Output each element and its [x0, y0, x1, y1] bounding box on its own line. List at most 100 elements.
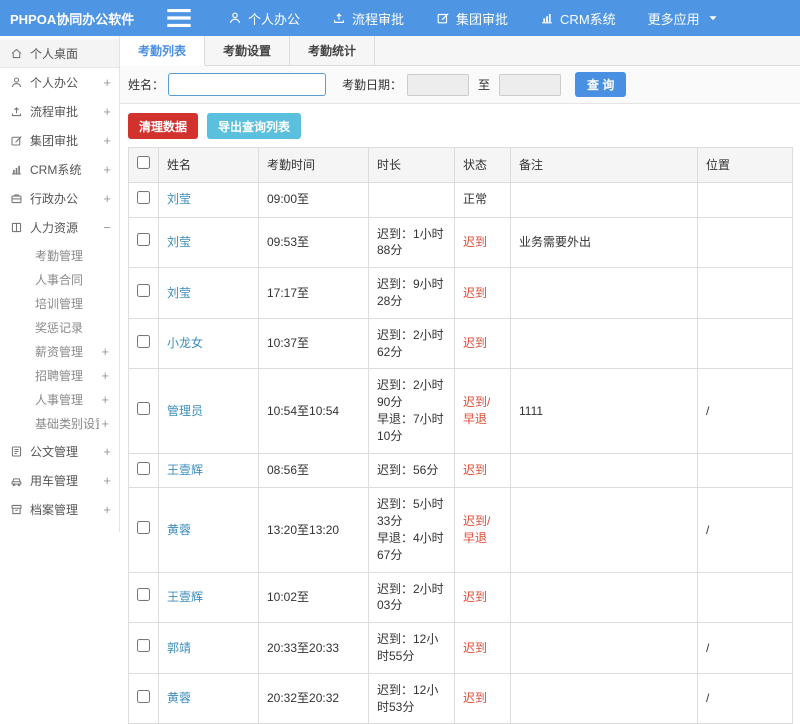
book-icon — [10, 221, 23, 234]
sidebar-subitem-label: 招聘管理 — [35, 368, 84, 383]
sidebar-item[interactable]: 流程审批 + — [0, 97, 119, 126]
menu-toggle-icon[interactable] — [162, 0, 196, 36]
topnav-item[interactable]: 更多应用 — [632, 0, 736, 36]
query-button[interactable]: 查 询 — [575, 72, 627, 97]
sidebar-subitem-label: 考勤管理 — [35, 248, 84, 263]
row-checkbox[interactable] — [137, 461, 150, 475]
cell-name: 刘莹 — [158, 216, 259, 269]
topnav-item[interactable]: 集团审批 — [420, 0, 524, 36]
employee-name-link[interactable]: 黄蓉 — [167, 691, 191, 705]
employee-name-link[interactable]: 王壹辉 — [167, 590, 203, 604]
sidebar-item[interactable]: 个人办公 + — [0, 68, 119, 97]
sidebar-subitem[interactable]: 奖惩记录 — [0, 315, 119, 339]
sidebar-subitem[interactable]: 培训管理 — [0, 291, 119, 315]
duration-line: 迟到：12小时53分 — [377, 682, 439, 714]
sidebar-item[interactable]: 个人桌面 — [0, 39, 119, 68]
sidebar-subitem-label: 培训管理 — [35, 296, 84, 311]
table-row: 刘莹 09:00至 正常 — [128, 181, 793, 218]
name-input[interactable] — [168, 73, 327, 96]
cell-remark: 业务需要外出 — [510, 216, 698, 269]
toolbar: 清理数据 导出查询列表 — [120, 104, 800, 147]
duration-line: 早退：4小时67分 — [377, 530, 444, 562]
cell-location — [697, 216, 793, 269]
home-icon — [10, 47, 23, 60]
employee-name-link[interactable]: 小龙女 — [167, 336, 203, 350]
status-badge: 正常 — [463, 192, 488, 207]
cell-location: / — [697, 487, 793, 573]
cell-time: 09:53至 — [258, 216, 369, 269]
employee-name-link[interactable]: 黄蓉 — [167, 523, 191, 537]
cell-remark — [510, 267, 698, 319]
row-checkbox-cell — [128, 216, 159, 269]
row-checkbox[interactable] — [137, 233, 150, 247]
topnav-item[interactable]: 个人办公 — [212, 0, 316, 36]
employee-name-link[interactable]: 刘莹 — [167, 286, 191, 300]
row-checkbox[interactable] — [137, 284, 150, 298]
sidebar-subitem[interactable]: 考勤管理 — [0, 243, 119, 267]
sidebar-item[interactable]: 项目管理+ — [0, 524, 119, 532]
row-checkbox[interactable] — [137, 639, 150, 653]
sidebar-subitem-label: 薪资管理 — [35, 344, 84, 359]
row-checkbox-cell — [128, 487, 159, 573]
employee-name-link[interactable]: 郭靖 — [167, 641, 191, 655]
cell-name: 黄蓉 — [158, 487, 259, 573]
row-checkbox[interactable] — [137, 588, 150, 602]
row-checkbox[interactable] — [137, 689, 150, 703]
employee-name-link[interactable]: 管理员 — [167, 404, 203, 418]
sidebar-subitem[interactable]: 人事合同 — [0, 267, 119, 291]
top-nav: 个人办公 流程审批 集团审批 CRM系统 更多应用 — [212, 0, 736, 36]
employee-name-link[interactable]: 王壹辉 — [167, 463, 203, 477]
cell-remark — [510, 622, 698, 674]
sidebar-item[interactable]: 公文管理 + — [0, 437, 119, 466]
cell-name: 郭靖 — [158, 622, 259, 674]
row-checkbox-cell — [128, 672, 159, 724]
row-checkbox[interactable] — [137, 190, 150, 204]
tab-2[interactable]: 考勤统计 — [290, 36, 376, 65]
sidebar-item-label: 用车管理 — [30, 474, 79, 488]
sidebar-item[interactable]: 用车管理 + — [0, 466, 119, 495]
employee-name-link[interactable]: 刘莹 — [167, 192, 191, 206]
sidebar-item[interactable]: 行政办公 + — [0, 184, 119, 213]
sidebar-subitem[interactable]: 基础类别设置+ — [0, 411, 119, 435]
doc-icon — [10, 445, 23, 458]
cell-status: 迟到 — [454, 267, 511, 319]
export-list-button[interactable]: 导出查询列表 — [207, 113, 302, 139]
row-checkbox-cell — [128, 267, 159, 319]
sidebar-item-label: 档案管理 — [30, 503, 79, 517]
topnav-item[interactable]: 流程审批 — [316, 0, 420, 36]
cell-name: 王壹辉 — [158, 452, 259, 489]
duration-line: 迟到：2小时62分 — [377, 327, 444, 359]
sidebar-item[interactable]: CRM系统 + — [0, 155, 119, 184]
sidebar-subitem[interactable]: 招聘管理 + — [0, 363, 119, 387]
cell-time: 10:37至 — [258, 317, 369, 370]
cell-time: 10:54至10:54 — [258, 368, 369, 454]
employee-name-link[interactable]: 刘莹 — [167, 235, 191, 249]
attendance-table: 姓名 考勤时间 时长 状态 备注 位置 刘莹 09:00至 正常 刘莹 09:53至 迟到… — [128, 147, 793, 724]
clear-data-button[interactable]: 清理数据 — [128, 113, 199, 139]
row-checkbox[interactable] — [137, 521, 150, 535]
cell-name: 管理员 — [158, 368, 259, 454]
cell-duration: 迟到：12小时53分 — [368, 672, 455, 724]
select-all-checkbox[interactable] — [137, 156, 150, 169]
cell-status: 迟到 — [454, 317, 511, 370]
sidebar-submenu: 考勤管理人事合同培训管理奖惩记录薪资管理+招聘管理+人事管理+基础类别设置+ — [0, 242, 119, 437]
row-checkbox[interactable] — [137, 334, 150, 348]
sidebar-item[interactable]: 人力资源 − — [0, 213, 119, 242]
sidebar-item-label: 公文管理 — [30, 445, 79, 459]
sidebar-item-label: 集团审批 — [30, 134, 79, 148]
sidebar-subitem[interactable]: 薪资管理 + — [0, 339, 119, 363]
tab-1[interactable]: 考勤设置 — [205, 36, 291, 65]
cell-name: 黄蓉 — [158, 672, 259, 724]
date-to-input[interactable] — [499, 73, 562, 96]
sidebar-item[interactable]: 档案管理 + — [0, 495, 119, 524]
expand-toggle-icon: + — [103, 473, 111, 488]
row-checkbox[interactable] — [137, 402, 150, 416]
cell-name: 王壹辉 — [158, 571, 259, 624]
topnav-item[interactable]: CRM系统 — [524, 0, 632, 36]
sidebar-item[interactable]: 集团审批 + — [0, 126, 119, 155]
sidebar-subitem[interactable]: 人事管理 + — [0, 387, 119, 411]
date-from-input[interactable] — [407, 73, 470, 96]
tab-0[interactable]: 考勤列表 — [120, 36, 206, 66]
date-label: 考勤日期： — [342, 78, 403, 92]
top-header: PHPOA协同办公软件 个人办公 流程审批 集团审批 CRM系统 更多应用 — [0, 0, 800, 36]
